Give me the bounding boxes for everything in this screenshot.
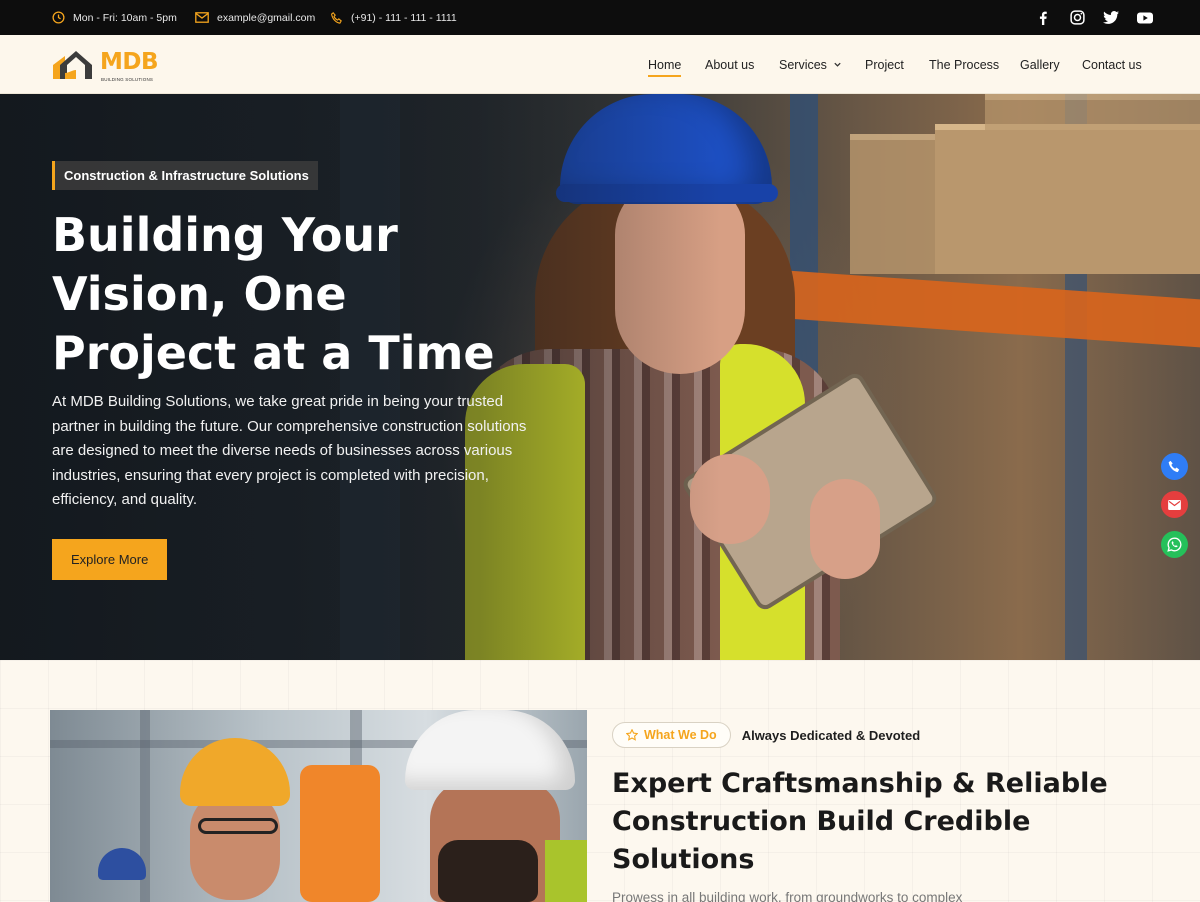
nav-services-label: Services	[779, 57, 827, 72]
hero-content: Construction & Infrastructure Solutions …	[52, 161, 572, 580]
section-subtitle: Always Dedicated & Devoted	[741, 727, 921, 743]
explore-more-button[interactable]: Explore More	[52, 538, 168, 580]
logo-house-icon	[53, 51, 92, 79]
what-we-do-header: What We Do Always Dedicated & Devoted	[612, 722, 920, 748]
nav-gallery-label: Gallery	[1020, 57, 1060, 72]
nav-gallery[interactable]: Gallery	[1020, 35, 1060, 94]
twitter-icon[interactable]	[1103, 11, 1119, 24]
hero-tag: Construction & Infrastructure Solutions	[52, 161, 318, 190]
nav-process[interactable]: The Process	[929, 35, 999, 94]
nav-contact-label: Contact us	[1082, 57, 1142, 72]
youtube-icon[interactable]	[1137, 12, 1153, 24]
nav-process-label: The Process	[929, 57, 1000, 72]
social-links	[0, 0, 1200, 35]
nav-project[interactable]: Project	[865, 35, 904, 94]
hero-description: At MDB Building Solutions, we take great…	[52, 393, 527, 508]
nav-contact[interactable]: Contact us	[1082, 35, 1142, 94]
star-icon	[626, 729, 638, 741]
logo-name: MDB	[100, 49, 159, 75]
nav-about-label: About us	[705, 57, 755, 72]
whatsapp-float-button[interactable]	[1161, 531, 1188, 558]
section-title: Expert Craftsmanship & Reliable Construc…	[612, 768, 1108, 875]
phone-icon	[1168, 460, 1180, 473]
nav-about[interactable]: About us	[705, 35, 754, 94]
what-we-do-section: What We Do Always Dedicated & Devoted Ex…	[0, 660, 1200, 902]
main-navbar: MDB BUILDING SOLUTIONS Home About us Ser…	[0, 35, 1200, 94]
brand-logo[interactable]: MDB BUILDING SOLUTIONS	[52, 43, 172, 85]
what-we-do-label: What We Do	[644, 728, 717, 742]
mail-icon	[1168, 499, 1181, 510]
nav-project-label: Project	[865, 57, 904, 72]
facebook-icon[interactable]	[1038, 11, 1048, 25]
chevron-down-icon	[834, 62, 841, 67]
logo-tagline: BUILDING SOLUTIONS	[101, 77, 154, 82]
nav-home-label: Home	[648, 57, 682, 72]
section-description: Prowess in all building work, from groun…	[612, 890, 963, 902]
top-bar: Mon - Fri: 10am - 5pm example@gmail.com …	[0, 0, 1200, 35]
nav-services[interactable]: Services	[779, 35, 842, 94]
hero-section: Construction & Infrastructure Solutions …	[0, 94, 1200, 660]
whatsapp-icon	[1167, 537, 1182, 552]
instagram-icon[interactable]	[1070, 10, 1085, 25]
hero-title: Building Your Vision, One Project at a T…	[52, 208, 495, 380]
surveyors-photo	[50, 710, 587, 902]
what-we-do-pill: What We Do	[612, 722, 731, 748]
nav-home[interactable]: Home	[648, 35, 682, 94]
mail-float-button[interactable]	[1161, 491, 1188, 518]
call-float-button[interactable]	[1161, 453, 1188, 480]
